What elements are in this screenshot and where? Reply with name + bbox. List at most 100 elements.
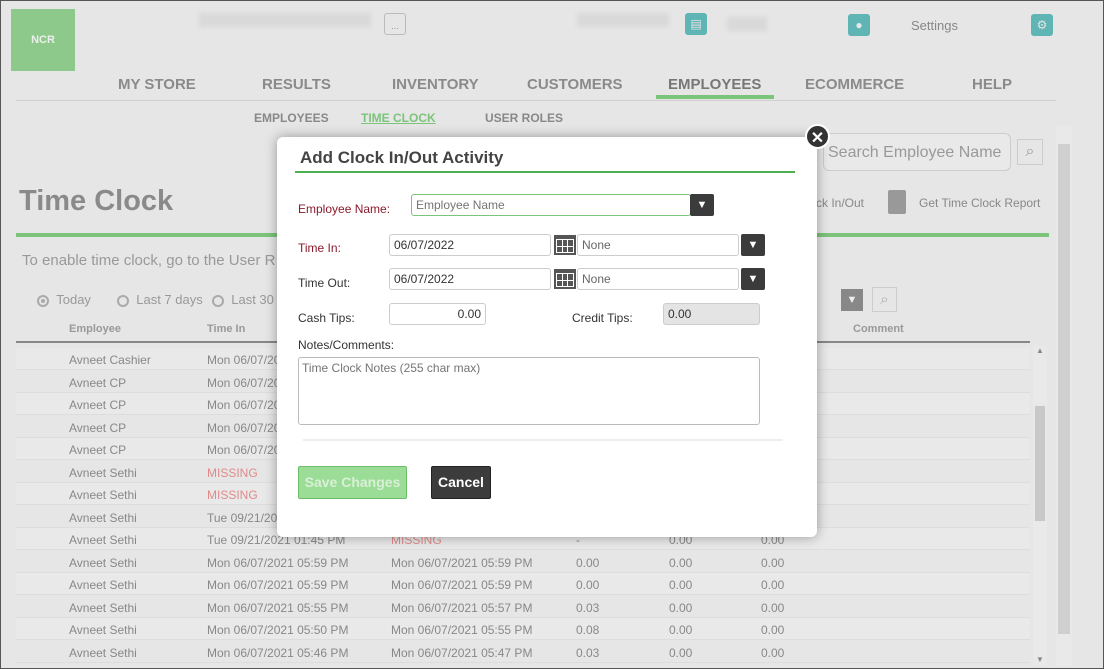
filter-last-7-days[interactable]: Last 7 days (117, 292, 203, 307)
cell-c2: 0.00 (761, 600, 785, 615)
cell-employee: Avneet Cashier (69, 353, 151, 367)
nav-employees[interactable]: EMPLOYEES (668, 76, 761, 93)
table-row[interactable]: Avneet Sethi Mon 06/07/2021 05:50 PM Mon 0… (16, 618, 1030, 640)
store-icon[interactable]: ▤ (685, 13, 707, 35)
nav-divider (16, 100, 1056, 101)
cell-time-out: Mon 06/07/2021 05:47 PM (391, 645, 533, 660)
page-title: Time Clock (19, 185, 174, 217)
subnav-employees[interactable]: EMPLOYEES (254, 111, 329, 125)
settings-link[interactable]: Settings (911, 18, 958, 33)
save-changes-button[interactable]: Save Changes (298, 466, 407, 499)
add-clock-activity-dialog: Add Clock In/Out Activity Employee Name:… (277, 137, 817, 537)
time-out-date-input[interactable] (389, 268, 551, 290)
cancel-button[interactable]: Cancel (431, 466, 491, 499)
cell-c1: 0.00 (669, 578, 693, 592)
cell-c1: 0.00 (669, 623, 693, 637)
filter-dropdown-button[interactable]: ▼ (841, 289, 863, 311)
filter-search-icon[interactable]: ⌕ (872, 287, 897, 312)
cell-time-in: MISSING (207, 488, 258, 502)
time-in-dropdown-button[interactable]: ▼ (741, 234, 765, 256)
cell-time-in: Mon 06/07/20 (207, 353, 281, 367)
search-icon[interactable]: ⌕ (1017, 139, 1043, 165)
table-row[interactable]: Avneet Sethi Mon 06/07/2021 05:55 PM Mon 0… (16, 596, 1030, 618)
nav-results[interactable]: RESULTS (262, 76, 331, 93)
nav-ecommerce[interactable]: ECOMMERCE (805, 76, 904, 93)
subnav-time-clock[interactable]: TIME CLOCK (361, 111, 436, 125)
nav-help[interactable]: HELP (972, 76, 1012, 93)
radio-today[interactable] (37, 294, 49, 307)
nav-my-store[interactable]: MY STORE (118, 76, 196, 93)
cell-employee: Avneet Sethi (69, 645, 137, 660)
cell-time-in: Mon 06/07/20 (207, 443, 281, 457)
get-time-clock-report-link[interactable]: Get Time Clock Report (919, 196, 1040, 210)
cash-tips-input[interactable] (389, 303, 486, 325)
credit-tips-input (663, 303, 760, 325)
nav-inventory[interactable]: INVENTORY (392, 76, 479, 93)
time-in-date-input[interactable] (389, 234, 551, 256)
cell-time-in: Mon 06/07/2021 05:46 PM (207, 645, 349, 660)
filter-last-30[interactable]: Last 30 (212, 292, 274, 307)
header-employee[interactable]: Employee (69, 323, 121, 335)
cell-employee: Avneet Sethi (69, 578, 137, 592)
close-dialog-icon[interactable]: ✕ (805, 124, 830, 149)
cell-employee: Avneet Sethi (69, 510, 137, 525)
time-in-time-select[interactable] (577, 234, 739, 256)
credit-tips-label: Credit Tips: (572, 311, 633, 325)
cell-hours: 0.03 (576, 645, 600, 660)
header-time-in[interactable]: Time In (207, 323, 245, 335)
cell-hours: 0.03 (576, 600, 600, 615)
calendar-icon[interactable] (554, 235, 576, 255)
blurred-text (727, 17, 767, 31)
cell-employee: Avneet Sethi (69, 533, 137, 547)
nav-active-indicator (656, 95, 774, 99)
cell-time-in: Mon 06/07/2021 05:59 PM (207, 578, 349, 592)
cell-c2: 0.00 (761, 578, 785, 592)
cell-employee: Avneet Sethi (69, 465, 137, 480)
cell-employee: Avneet CP (69, 443, 127, 457)
nav-customers[interactable]: CUSTOMERS (527, 76, 623, 93)
header-comment[interactable]: Comment (853, 323, 904, 335)
cell-employee: Avneet Sethi (69, 488, 137, 502)
dialog-title: Add Clock In/Out Activity (300, 148, 504, 167)
table-scroll-thumb[interactable] (1035, 406, 1045, 521)
cell-c2: 0.00 (761, 623, 785, 637)
cell-time-out: Mon 06/07/2021 05:59 PM (391, 578, 533, 592)
page-scrollbar[interactable] (1056, 126, 1072, 666)
table-row[interactable]: Avneet Sethi Mon 06/07/2021 05:46 PM Mon 0… (16, 641, 1030, 663)
radio-last-30[interactable] (212, 294, 224, 307)
info-text: To enable time clock, go to the User R (22, 252, 276, 269)
cell-c1: 0.00 (669, 645, 693, 660)
cell-time-in: Mon 06/07/2021 05:55 PM (207, 600, 349, 615)
cash-tips-label: Cash Tips: (298, 311, 355, 325)
time-out-dropdown-button[interactable]: ▼ (741, 268, 765, 290)
notes-textarea[interactable] (298, 357, 760, 425)
filter-today[interactable]: Today (37, 292, 91, 307)
page-scroll-thumb[interactable] (1058, 144, 1070, 634)
calendar-icon[interactable] (554, 269, 576, 289)
user-name-blurred (577, 13, 669, 27)
time-in-label: Time In: (298, 241, 341, 255)
table-scrollbar[interactable]: ▲ ▼ (1033, 346, 1047, 666)
dialog-divider (303, 439, 783, 441)
time-out-time-select[interactable] (577, 268, 739, 290)
cell-c2: 0.00 (761, 645, 785, 660)
store-more-button[interactable]: ... (384, 13, 406, 35)
cell-employee: Avneet Sethi (69, 623, 137, 637)
table-row[interactable]: Avneet Sethi Mon 06/07/2021 05:59 PM Mon 0… (16, 573, 1030, 595)
subnav-user-roles[interactable]: USER ROLES (485, 111, 563, 125)
cell-time-in: Mon 06/07/2021 05:50 PM (207, 623, 349, 637)
employee-name-input[interactable] (411, 194, 691, 216)
add-clock-in-out-link[interactable]: ck In/Out (816, 196, 864, 210)
dialog-title-rule (295, 171, 795, 173)
ncr-logo[interactable]: NCR (11, 9, 75, 71)
cell-time-out: Mon 06/07/2021 05:57 PM (391, 600, 533, 615)
radio-last-7[interactable] (117, 294, 129, 307)
table-row[interactable]: Avneet Sethi Mon 06/07/2021 05:59 PM Mon 0… (16, 551, 1030, 573)
gear-icon[interactable]: ⚙ (1031, 14, 1053, 36)
user-icon[interactable]: ● (848, 14, 870, 36)
cell-employee: Avneet Sethi (69, 555, 137, 570)
employee-dropdown-button[interactable]: ▼ (690, 194, 714, 216)
cell-hours: 0.00 (576, 555, 600, 570)
cell-time-out: Mon 06/07/2021 05:55 PM (391, 623, 533, 637)
search-employee-input[interactable]: Search Employee Name (823, 133, 1011, 171)
